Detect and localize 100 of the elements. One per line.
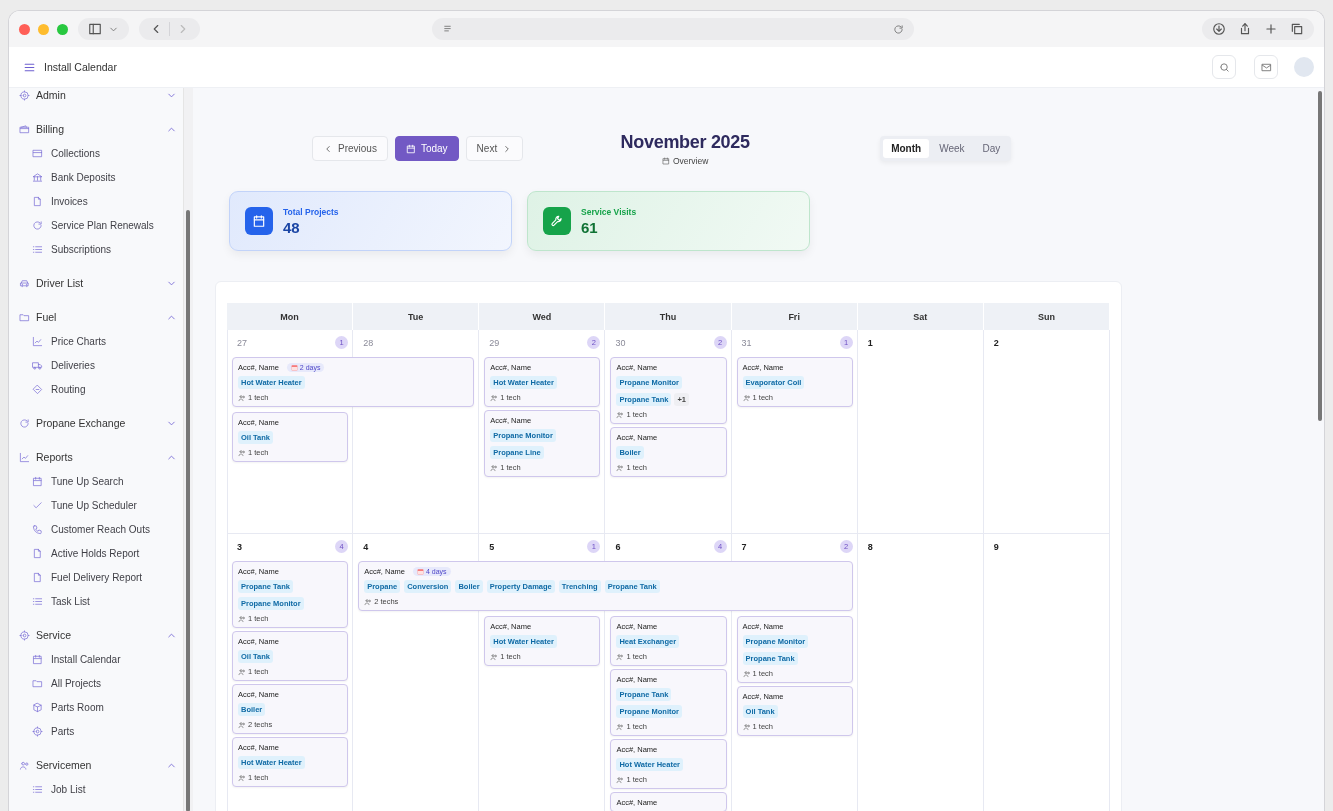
refresh-icon	[19, 417, 30, 429]
sidebar-item[interactable]: All Projects	[32, 676, 177, 690]
sidebar-item[interactable]: Collections	[32, 146, 177, 160]
scrollbar-thumb[interactable]	[1318, 91, 1322, 421]
avatar[interactable]	[1294, 57, 1314, 77]
reload-icon	[893, 23, 904, 35]
sidebar-item[interactable]: Job List	[32, 782, 177, 796]
sidebar-section[interactable]: Admin	[19, 88, 177, 102]
technician-icon	[742, 722, 751, 731]
view-tab[interactable]: Week	[931, 139, 973, 158]
overview-label: Overview	[672, 156, 709, 166]
sidebar-section[interactable]: Driver List	[19, 276, 177, 290]
phone-icon	[32, 523, 43, 535]
today-button[interactable]: Today	[394, 136, 459, 161]
chevron-left-icon	[323, 143, 333, 154]
sidebar-section[interactable]: Propane Exchange	[19, 416, 177, 430]
stat-value: 48	[283, 218, 301, 236]
sidebar-item[interactable]: Service Plan Renewals	[32, 218, 177, 232]
technician-icon	[238, 393, 246, 402]
day-number: 7	[741, 541, 747, 552]
weekday-header: Fri	[731, 303, 858, 330]
sidebar-item[interactable]: Bank Deposits	[32, 170, 177, 184]
weekday-header: Wed	[479, 303, 606, 330]
search-button[interactable]	[1212, 55, 1236, 79]
people-icon	[19, 759, 30, 771]
sidebar-item[interactable]: Tune Up Scheduler	[32, 498, 177, 512]
stat-label: Service Visits	[581, 206, 637, 217]
day-number: 1	[867, 337, 873, 348]
bank-icon	[32, 171, 43, 183]
previous-button[interactable]: Previous	[312, 136, 388, 161]
sidebar-item[interactable]: Deliveries	[32, 358, 177, 372]
technician-icon	[238, 448, 246, 457]
sidebar-section[interactable]: Reports	[19, 450, 177, 464]
technician-icon	[238, 773, 246, 782]
sidebar-section[interactable]: Service	[19, 628, 177, 642]
sidebar-item[interactable]: Install Calendar	[32, 652, 177, 666]
sidebar-section[interactable]: Billing	[19, 122, 177, 136]
day-number: 2	[993, 337, 999, 348]
sidebar-item[interactable]: Subscriptions	[32, 242, 177, 256]
folder-icon	[32, 677, 43, 689]
sidebar-item[interactable]: Parts Room	[32, 700, 177, 714]
folder-icon	[19, 311, 30, 323]
close-button[interactable]	[19, 23, 30, 35]
next-button[interactable]: Next	[465, 136, 524, 161]
day-number: 8	[867, 541, 873, 552]
technician-icon	[490, 652, 499, 661]
minimize-button[interactable]	[38, 23, 49, 35]
sidebar-item[interactable]: Parts	[32, 724, 177, 738]
stat-value: 61	[581, 218, 599, 236]
check-icon	[32, 499, 43, 511]
sidebar-item[interactable]: Active Holds Report	[32, 546, 177, 560]
sidebar-item[interactable]: Price Charts	[32, 334, 177, 348]
day-number: 5	[489, 541, 495, 552]
mail-button[interactable]	[1254, 55, 1278, 79]
sidebar-section[interactable]: Servicemen	[19, 758, 177, 772]
new-tab-icon	[1264, 22, 1278, 36]
wallet-icon	[19, 123, 30, 135]
day-number: 31	[741, 337, 752, 348]
download-icon	[1212, 22, 1226, 36]
page-title: Install Calendar	[44, 61, 117, 73]
sidebar-item[interactable]: Fuel Delivery Report	[32, 570, 177, 584]
weekday-header: Sat	[857, 303, 984, 330]
view-tab[interactable]: Day	[974, 139, 1009, 158]
chart-icon	[32, 335, 43, 347]
sidebar-item[interactable]: Task List	[32, 594, 177, 608]
sidebar-item[interactable]: Invoices	[32, 194, 177, 208]
page-icon	[442, 23, 453, 35]
day-number: 3	[237, 541, 242, 552]
technician-icon	[616, 722, 625, 731]
technician-icon	[616, 775, 625, 784]
document-icon	[32, 195, 43, 207]
view-tab[interactable]: Month	[883, 139, 930, 158]
navigation-buttons[interactable]	[139, 18, 200, 40]
calendar-icon	[32, 475, 43, 487]
technician-icon	[238, 667, 246, 676]
address-bar[interactable]	[432, 18, 914, 40]
refresh-icon	[32, 219, 43, 231]
stat-label: Total Projects	[283, 206, 339, 217]
day-number: 29	[489, 337, 500, 348]
search-icon	[1218, 61, 1230, 73]
gear-icon	[19, 629, 30, 641]
day-number: 4	[363, 541, 369, 552]
sidebar-section[interactable]: Fuel	[19, 310, 177, 324]
sidebar-item[interactable]: Routing	[32, 382, 177, 396]
tabs-icon	[1290, 22, 1304, 36]
weekday-header: Tue	[353, 303, 480, 330]
sidebar-item[interactable]: Tune Up Search	[32, 474, 177, 488]
day-number: 9	[993, 541, 999, 552]
sidebar-item[interactable]: Customer Reach Outs	[32, 522, 177, 536]
weekday-header: Mon	[227, 303, 354, 330]
car-icon	[19, 277, 30, 289]
sidebar-icon	[88, 22, 102, 36]
list-icon	[32, 243, 43, 255]
zoom-button[interactable]	[57, 23, 68, 35]
technician-icon	[238, 720, 246, 729]
technician-icon	[490, 393, 499, 402]
sidebar-toggle-button[interactable]	[78, 18, 129, 40]
scrollbar-thumb[interactable]	[186, 210, 190, 811]
day-number: 28	[363, 337, 374, 348]
technician-icon	[742, 393, 751, 402]
